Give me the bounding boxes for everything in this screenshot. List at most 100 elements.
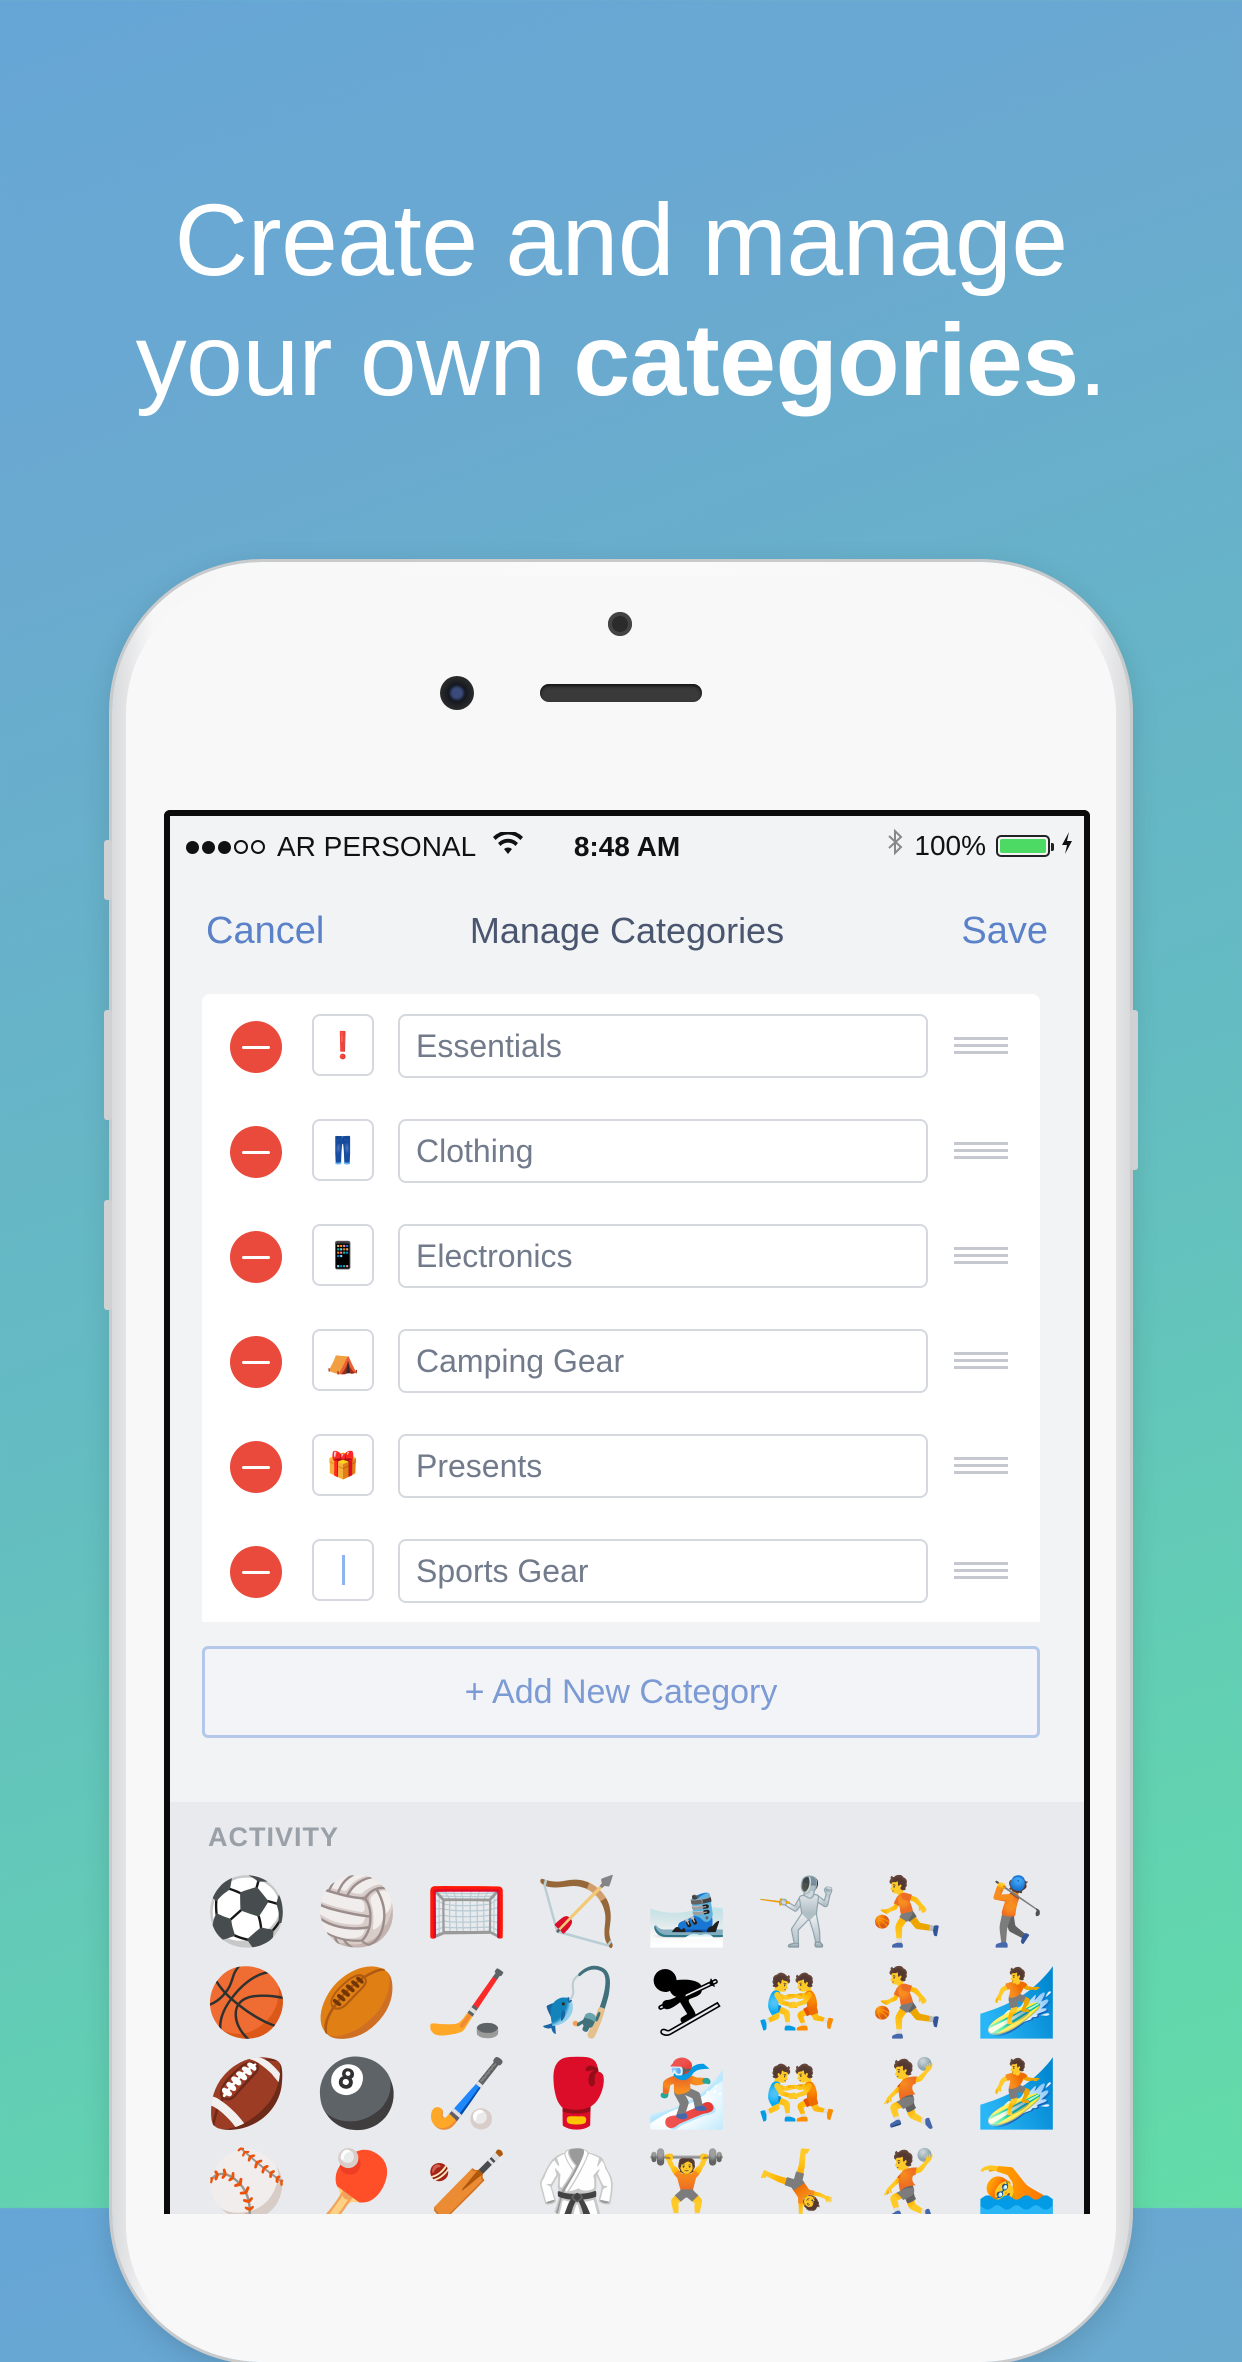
- jeans-icon: 👖: [326, 1134, 360, 1165]
- category-icon-field[interactable]: 🎁: [312, 1434, 374, 1496]
- status-right: 100%: [886, 828, 1074, 863]
- category-icon-field[interactable]: [312, 1539, 374, 1601]
- minus-icon: [242, 1150, 270, 1154]
- emoji-key[interactable]: 🏌: [962, 1872, 1072, 1952]
- category-row: ⛺ Camping Gear: [202, 1309, 1040, 1414]
- front-camera: [440, 676, 474, 710]
- category-name-input[interactable]: Essentials: [398, 1014, 928, 1078]
- emoji-key[interactable]: 🏹: [522, 1872, 632, 1952]
- category-row: 📱 Electronics: [202, 1204, 1040, 1309]
- emoji-grid: ⚽ 🏐 🥅 🏹 🎿 🤺 ⛹ 🏌 🏀 🏉 🏒 🎣 ⛷ 🤼 ⛹ 🏄 🏈 🎱 🏑 🥊 🏂 🤼 🤾 🏄 ⚾ 🏓 🏏 🥋 🏋 🤸 🤾 🏊: [192, 1866, 1072, 2215]
- category-icon-field[interactable]: 👖: [312, 1119, 374, 1181]
- page-title: Manage Categories: [469, 910, 785, 951]
- category-list: ❗ Essentials 👖 Clothing 📱 Electronics ⛺ Camping…: [202, 994, 1040, 1622]
- emoji-keyboard: ACTIVITY ⚽ 🏐 🥅 🏹 🎿 🤺 ⛹ 🏌 🏀 🏉 🏒 🎣 ⛷ 🤼 ⛹ 🏄 🏈 🎱 🏑 🥊 🏂 🤼 🤾 🏄 ⚾ 🏓 🏏 🥋 🏋 🤸 🤾…: [170, 1802, 1084, 2214]
- emoji-key[interactable]: 🏄: [962, 1963, 1072, 2043]
- emoji-section-label: ACTIVITY: [208, 1822, 340, 1852]
- headline-line-2-suffix: .: [1078, 303, 1107, 417]
- headline-line-1: Create and manage: [174, 183, 1068, 297]
- minus-icon: [242, 1465, 270, 1469]
- emoji-key[interactable]: ⛹: [852, 1963, 962, 2043]
- emoji-key[interactable]: 🏉: [302, 1963, 412, 2043]
- reorder-handle-icon[interactable]: [954, 1037, 1008, 1058]
- gift-icon: 🎁: [326, 1449, 360, 1480]
- emoji-key[interactable]: 🤾: [852, 2054, 962, 2134]
- emoji-key[interactable]: 🤾: [852, 2145, 962, 2215]
- delete-category-button[interactable]: [230, 1126, 282, 1178]
- mute-switch: [104, 840, 112, 900]
- delete-category-button[interactable]: [230, 1336, 282, 1388]
- emoji-key[interactable]: 🤸: [742, 2145, 852, 2215]
- save-button[interactable]: Save: [961, 910, 1048, 953]
- emoji-key[interactable]: ⛹: [852, 1872, 962, 1952]
- minus-icon: [242, 1255, 270, 1259]
- emoji-key[interactable]: 🏊: [962, 2145, 1072, 2215]
- emoji-row: ⚾ 🏓 🏏 🥋 🏋 🤸 🤾 🏊: [192, 2139, 1072, 2215]
- emoji-key[interactable]: 🏓: [302, 2145, 412, 2215]
- category-name-input[interactable]: Clothing: [398, 1119, 928, 1183]
- delete-category-button[interactable]: [230, 1231, 282, 1283]
- volume-up-button: [104, 1010, 112, 1120]
- emoji-key[interactable]: ⛷: [632, 1963, 742, 2043]
- headline: Create and manage your own categories.: [0, 180, 1242, 420]
- reorder-handle-icon[interactable]: [954, 1562, 1008, 1583]
- delete-category-button[interactable]: [230, 1546, 282, 1598]
- emoji-row: ⚽ 🏐 🥅 🏹 🎿 🤺 ⛹ 🏌: [192, 1866, 1072, 1957]
- emoji-key[interactable]: 🎣: [522, 1963, 632, 2043]
- reorder-handle-icon[interactable]: [954, 1142, 1008, 1163]
- phone-icon: 📱: [326, 1239, 360, 1270]
- category-row: ❗ Essentials: [202, 994, 1040, 1099]
- category-row: 👖 Clothing: [202, 1099, 1040, 1204]
- category-icon-field[interactable]: ⛺: [312, 1329, 374, 1391]
- emoji-key[interactable]: 🏏: [412, 2145, 522, 2215]
- tent-icon: ⛺: [326, 1344, 360, 1375]
- category-row: 🎁 Presents: [202, 1414, 1040, 1519]
- headline-bold-word: categories: [573, 303, 1079, 417]
- earpiece-speaker: [540, 684, 702, 702]
- emoji-key[interactable]: 🤺: [742, 1872, 852, 1952]
- emoji-key[interactable]: 🏄: [962, 2054, 1072, 2134]
- delete-category-button[interactable]: [230, 1441, 282, 1493]
- navigation-bar: Cancel Manage Categories Save: [170, 878, 1084, 978]
- proximity-sensor: [608, 612, 632, 636]
- reorder-handle-icon[interactable]: [954, 1352, 1008, 1373]
- emoji-key[interactable]: 🏈: [192, 2054, 302, 2134]
- reorder-handle-icon[interactable]: [954, 1457, 1008, 1478]
- emoji-key[interactable]: 🥋: [522, 2145, 632, 2215]
- emoji-key[interactable]: ⚾: [192, 2145, 302, 2215]
- power-button: [1130, 1010, 1138, 1170]
- category-name-input[interactable]: Sports Gear: [398, 1539, 928, 1603]
- emoji-key[interactable]: 🏒: [412, 1963, 522, 2043]
- emoji-key[interactable]: 🥊: [522, 2054, 632, 2134]
- emoji-key[interactable]: 🎱: [302, 2054, 412, 2134]
- category-name-input[interactable]: Electronics: [398, 1224, 928, 1288]
- emoji-key[interactable]: 🎿: [632, 1872, 742, 1952]
- add-category-button[interactable]: + Add New Category: [202, 1646, 1040, 1738]
- battery-icon: [996, 834, 1054, 857]
- charging-bolt-icon: [1060, 830, 1074, 862]
- emoji-key[interactable]: 🏀: [192, 1963, 302, 2043]
- category-icon-field[interactable]: 📱: [312, 1224, 374, 1286]
- exclamation-icon: ❗: [326, 1029, 360, 1060]
- emoji-key[interactable]: 🏂: [632, 2054, 742, 2134]
- bluetooth-icon: [886, 828, 904, 863]
- status-bar: AR PERSONAL 8:48 AM 100%: [170, 816, 1084, 878]
- delete-category-button[interactable]: [230, 1021, 282, 1073]
- category-row: Sports Gear: [202, 1519, 1040, 1624]
- emoji-key[interactable]: 🤼: [742, 2054, 852, 2134]
- emoji-key[interactable]: ⚽: [192, 1872, 302, 1952]
- text-cursor-icon: [341, 1555, 345, 1585]
- volume-down-button: [104, 1200, 112, 1310]
- emoji-key[interactable]: 🏑: [412, 2054, 522, 2134]
- headline-line-2: your own categories.: [0, 300, 1242, 420]
- emoji-key[interactable]: 🏐: [302, 1872, 412, 1952]
- category-name-input[interactable]: Camping Gear: [398, 1329, 928, 1393]
- emoji-row: 🏈 🎱 🏑 🥊 🏂 🤼 🤾 🏄: [192, 2048, 1072, 2139]
- emoji-key[interactable]: 🏋: [632, 2145, 742, 2215]
- emoji-key[interactable]: 🥅: [412, 1872, 522, 1952]
- reorder-handle-icon[interactable]: [954, 1247, 1008, 1268]
- minus-icon: [242, 1045, 270, 1049]
- category-name-input[interactable]: Presents: [398, 1434, 928, 1498]
- category-icon-field[interactable]: ❗: [312, 1014, 374, 1076]
- emoji-key[interactable]: 🤼: [742, 1963, 852, 2043]
